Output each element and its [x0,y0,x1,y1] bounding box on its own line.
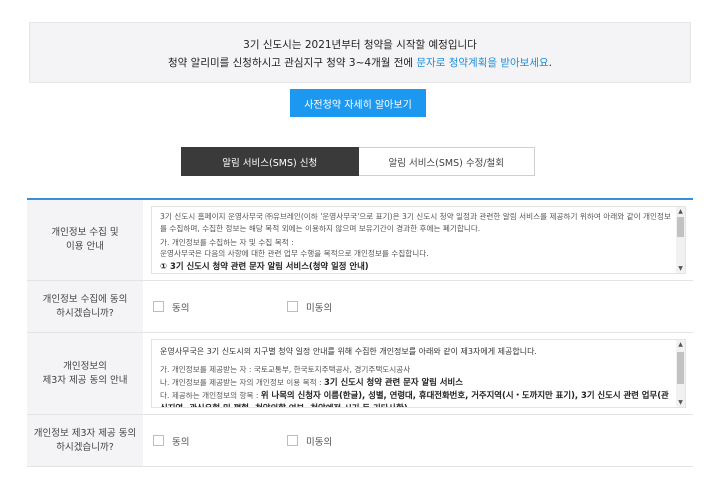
consent1-agree-checkbox[interactable] [153,301,164,312]
collect-label-line1: 개인정보 수집 및 [51,227,119,239]
third-party-textbox[interactable]: 운영사무국은 3기 신도시의 지구별 청약 일정 안내를 위해 수집한 개인정보… [151,339,686,408]
collect-label-line2: 이용 안내 [66,241,104,252]
consent1-disagree-checkbox[interactable] [287,301,298,312]
consent2-label-line1: 개인정보 제3자 제공 동의 [33,427,137,439]
notice-highlight: 문자로 청약계획을 받아보세요 [416,57,549,69]
third-text-p3-strong: 3기 신도시 청약 관련 문자 알림 서비스 [324,377,463,388]
third-text-p2: 가. 개인정보를 제공받는 자 : 국토교통부, 한국토지주택공사, 경기주택도… [160,365,411,375]
service-tabs: 알림 서비스(SMS) 신청 알림 서비스(SMS) 수정/철회 [181,147,535,176]
scroll-down-arrow-icon[interactable]: ▼ [676,264,685,273]
third-text-p4-prefix: 다. 제공하는 개인정보의 항목 : [160,391,261,401]
consent-form: 개인정보 수집 및이용 안내 3기 신도시 홈페이지 운영사무국 ㈜유브레인(이… [27,198,693,467]
consent2-label: 개인정보 제3자 제공 동의하시겠습니까? [27,415,143,466]
consent1-options: 동의 미동의 [143,281,693,332]
third-text-p3-prefix: 나. 개인정보를 제공받는 자의 개인정보 이용 목적 : [160,378,325,388]
scroll-up-arrow-icon[interactable]: ▲ [676,207,685,216]
notice-line-2-suffix: . [548,57,552,69]
consent1-label: 개인정보 수집에 동의하시겠습니까? [27,281,143,332]
collect-scrollbar[interactable]: ▲ ▼ [676,207,685,273]
consent2-disagree-label: 미동의 [306,436,333,448]
third-party-cell: 운영사무국은 3기 신도시의 지구별 청약 일정 안내를 위해 수집한 개인정보… [143,333,693,414]
third-party-scroll-thumb[interactable] [677,352,684,384]
collect-text-p2: 가. 개인정보를 수집하는 자 및 수집 목적 : [160,237,294,247]
collect-info-cell: 3기 신도시 홈페이지 운영사무국 ㈜유브레인(이하 '운영사무국'으로 표기)… [143,200,693,280]
consent1-agree-option[interactable]: 동의 [153,300,287,314]
consent2-row: 개인정보 제3자 제공 동의하시겠습니까? 동의 미동의 [27,415,693,467]
notice-line-2-prefix: 청약 알리미를 신청하시고 관심지구 청약 3~4개월 전에 [168,57,417,69]
consent2-options: 동의 미동의 [143,415,693,466]
collect-info-row: 개인정보 수집 및이용 안내 3기 신도시 홈페이지 운영사무국 ㈜유브레인(이… [27,200,693,281]
collect-text-p4: ① 3기 신도시 청약 관련 문자 알림 서비스(청약 일정 안내) [160,261,369,272]
consent2-disagree-option[interactable]: 미동의 [287,434,332,448]
scroll-down-arrow-icon[interactable]: ▼ [676,398,685,407]
tab-sms-apply[interactable]: 알림 서비스(SMS) 신청 [181,147,359,176]
third-party-scrollbar[interactable]: ▲ ▼ [676,340,685,407]
preorder-details-button[interactable]: 사전청약 자세히 알아보기 [290,89,426,117]
collect-text-p3: 운영사무국은 다음의 사항에 대한 관련 업무 수행을 목적으로 개인정보를 수… [160,249,429,259]
consent2-agree-checkbox[interactable] [153,435,164,446]
third-text-p1: 운영사무국은 3기 신도시의 지구별 청약 일정 안내를 위해 수집한 개인정보… [160,347,537,356]
notice-line-1: 3기 신도시는 2021년부터 청약을 시작할 예정입니다 [243,39,477,51]
consent2-agree-option[interactable]: 동의 [153,434,287,448]
consent1-label-line2: 하시겠습니까? [56,307,114,319]
third-party-label-line1: 개인정보의 [63,360,107,372]
consent2-disagree-checkbox[interactable] [287,435,298,446]
consent2-agree-label: 동의 [172,436,190,448]
third-text-p3: 나. 개인정보를 제공받는 자의 개인정보 이용 목적 : 3기 신도시 청약 … [160,376,671,389]
collect-scroll-thumb[interactable] [677,217,684,237]
third-party-label: 개인정보의제3자 제공 동의 안내 [27,333,143,414]
collect-info-textbox[interactable]: 3기 신도시 홈페이지 운영사무국 ㈜유브레인(이하 '운영사무국'으로 표기)… [151,206,686,274]
consent1-label-line1: 개인정보 수집에 동의 [42,293,128,305]
third-text-p4: 다. 제공하는 개인정보의 항목 : 위 나목의 신청자 이름(한글), 성별,… [160,389,671,407]
notice-banner: 3기 신도시는 2021년부터 청약을 시작할 예정입니다 청약 알리미를 신청… [29,22,691,83]
notice-line-2: 청약 알리미를 신청하시고 관심지구 청약 3~4개월 전에 문자로 청약계획을… [30,55,690,70]
consent1-disagree-label: 미동의 [306,302,333,314]
third-party-label-line2: 제3자 제공 동의 안내 [42,374,128,386]
collect-text-p1: 3기 신도시 홈페이지 운영사무국 ㈜유브레인(이하 '운영사무국'으로 표기)… [160,212,671,233]
collect-info-label: 개인정보 수집 및이용 안내 [27,200,143,280]
consent1-row: 개인정보 수집에 동의하시겠습니까? 동의 미동의 [27,281,693,333]
consent1-agree-label: 동의 [172,302,190,314]
consent2-label-line2: 하시겠습니까? [56,441,114,453]
consent1-disagree-option[interactable]: 미동의 [287,300,332,314]
scroll-up-arrow-icon[interactable]: ▲ [676,340,685,349]
third-party-row: 개인정보의제3자 제공 동의 안내 운영사무국은 3기 신도시의 지구별 청약 … [27,333,693,415]
tab-sms-modify[interactable]: 알림 서비스(SMS) 수정/철회 [358,147,535,176]
